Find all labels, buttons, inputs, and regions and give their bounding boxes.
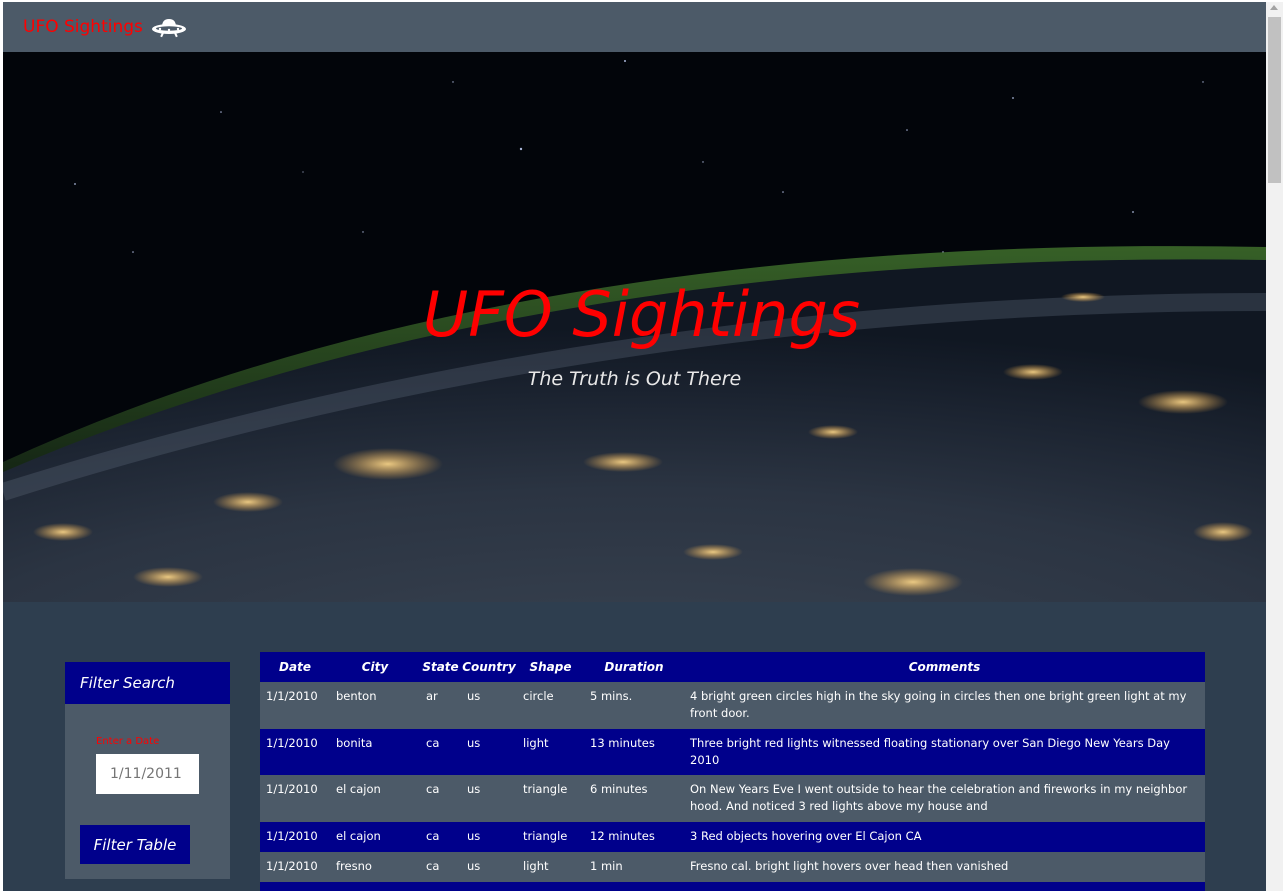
cell-city: fresno [330,852,420,882]
cell-state: ca [420,775,461,822]
cell-comments: On New Years Eve I went outside to hear … [684,775,1205,822]
col-header-date: Date [260,652,330,682]
hero-banner: UFO Sightings The Truth is Out There [3,52,1266,602]
cell-date: 1/1/2010 [260,882,330,891]
table-row: 1/1/2010 grants pass or us triangle a fe… [260,882,1205,891]
scrollbar-thumb[interactable] [1268,17,1281,183]
table-row: 1/1/2010 benton ar us circle 5 mins. 4 b… [260,682,1205,729]
scroll-up-arrow-icon[interactable] [1270,5,1278,10]
filter-table-button[interactable]: Filter Table [80,825,190,864]
cell-city: grants pass [330,882,420,891]
cell-state: or [420,882,461,891]
cell-city: bonita [330,729,420,775]
ufo-icon [151,19,186,38]
cell-date: 1/1/2010 [260,729,330,775]
cell-date: 1/1/2010 [260,775,330,822]
page: UFO Sightings UFO Sightings The Truth is… [3,2,1266,891]
table-row: 1/1/2010 fresno ca us light 1 min Fresno… [260,852,1205,882]
table-header-row: Date City State Country Shape Duration C… [260,652,1205,682]
col-header-shape: Shape [517,652,584,682]
filter-heading: Filter Search [65,662,230,704]
cell-city: benton [330,682,420,729]
cell-country: us [461,729,517,775]
cell-duration: 12 minutes [584,822,684,852]
cell-comments: Three bright red lights witnessed floati… [684,729,1205,775]
table-row: 1/1/2010 el cajon ca us triangle 12 minu… [260,822,1205,852]
cell-comments: Fresno cal. bright light hovers over hea… [684,852,1205,882]
cell-state: ca [420,852,461,882]
col-header-country: Country [461,652,517,682]
cell-country: us [461,882,517,891]
cell-shape: light [517,729,584,775]
cell-duration: a few mintues [584,882,684,891]
date-label: Enter a Date [96,736,160,747]
hero-title: UFO Sightings [422,278,861,351]
col-header-comments: Comments [684,652,1205,682]
cell-city: el cajon [330,822,420,852]
col-header-city: City [330,652,420,682]
cell-shape: triangle [517,775,584,822]
col-header-state: State [420,652,461,682]
cell-country: us [461,822,517,852]
cell-country: us [461,775,517,822]
cell-country: us [461,852,517,882]
hero-subtitle: The Truth is Out There [527,368,742,390]
cell-state: ar [420,682,461,729]
col-header-duration: Duration [584,652,684,682]
cell-duration: 1 min [584,852,684,882]
brand-text: UFO Sightings [23,17,143,37]
table-row: 1/1/2010 bonita ca us light 13 minutes T… [260,729,1205,775]
cell-country: us [461,682,517,729]
cell-date: 1/1/2010 [260,822,330,852]
cell-comments: Triangle shaped craft with three red lig… [684,882,1205,891]
cell-state: ca [420,822,461,852]
cell-comments: 4 bright green circles high in the sky g… [684,682,1205,729]
cell-shape: circle [517,682,584,729]
cell-duration: 6 minutes [584,775,684,822]
cell-shape: light [517,852,584,882]
navbar: UFO Sightings [3,2,1266,52]
cell-comments: 3 Red objects hovering over El Cajon CA [684,822,1205,852]
filter-panel: Filter Search Enter a Date Filter Table [65,662,230,879]
cell-state: ca [420,729,461,775]
cell-duration: 5 mins. [584,682,684,729]
brand-link[interactable]: UFO Sightings [23,16,187,38]
ufo-table: Date City State Country Shape Duration C… [260,652,1205,891]
cell-shape: triangle [517,822,584,852]
cell-city: el cajon [330,775,420,822]
date-input[interactable] [96,754,199,794]
cell-date: 1/1/2010 [260,682,330,729]
cell-shape: triangle [517,882,584,891]
table-row: 1/1/2010 el cajon ca us triangle 6 minut… [260,775,1205,822]
cell-date: 1/1/2010 [260,852,330,882]
cell-duration: 13 minutes [584,729,684,775]
